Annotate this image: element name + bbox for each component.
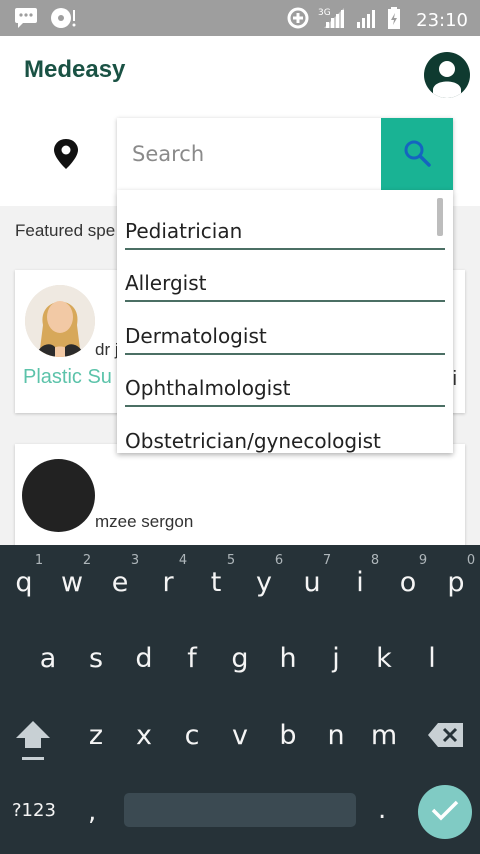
key-c[interactable]: c xyxy=(168,720,216,751)
key-i[interactable]: i xyxy=(336,567,384,598)
cd-icon xyxy=(50,7,76,34)
key-j[interactable]: j xyxy=(312,643,360,674)
key-g[interactable]: g xyxy=(216,643,264,674)
battery-icon xyxy=(386,6,402,35)
comma-key[interactable]: , xyxy=(88,797,96,827)
suggestion-item[interactable]: Allergist xyxy=(125,250,445,302)
status-time: 23:10 xyxy=(416,10,468,31)
divider xyxy=(125,405,445,407)
suggestion-label: Ophthalmologist xyxy=(125,376,291,400)
doctor-specialty: Plastic Su xyxy=(23,366,112,388)
key-hint: 5 xyxy=(226,553,236,568)
key-o[interactable]: o xyxy=(384,567,432,598)
suggestion-label: Pediatrician xyxy=(125,219,243,243)
key-l[interactable]: l xyxy=(408,643,456,674)
account-icon[interactable] xyxy=(424,52,470,98)
suggestion-item[interactable]: Dermatologist xyxy=(125,303,445,355)
signal-icon xyxy=(356,6,378,35)
search-button[interactable] xyxy=(381,118,453,190)
key-hint: 9 xyxy=(418,553,428,568)
key-hint: 2 xyxy=(82,553,92,568)
shift-icon[interactable] xyxy=(14,717,52,767)
search-box xyxy=(117,118,453,190)
key-e[interactable]: e xyxy=(96,567,144,598)
doctor-name: dr j xyxy=(95,340,119,359)
key-hint: 7 xyxy=(322,553,332,568)
key-v[interactable]: v xyxy=(216,720,264,751)
network-type-label: 3G xyxy=(318,8,331,18)
card-trailing-text: i xyxy=(452,368,457,390)
key-z[interactable]: z xyxy=(72,720,120,751)
key-hint: 6 xyxy=(274,553,284,568)
key-hint: 8 xyxy=(370,553,380,568)
key-f[interactable]: f xyxy=(168,643,216,674)
period-key[interactable]: . xyxy=(378,795,386,825)
key-b[interactable]: b xyxy=(264,720,312,751)
symbols-key[interactable]: ?123 xyxy=(12,800,56,821)
key-y[interactable]: y xyxy=(240,567,288,598)
backspace-icon[interactable] xyxy=(427,722,465,752)
key-hint: 4 xyxy=(178,553,188,568)
key-hint: 1 xyxy=(34,553,44,568)
key-w[interactable]: w xyxy=(48,567,96,598)
soft-keyboard: 1q 2w 3e 4r 5t 6y 7u 8i 9o 0p asdfghjkl zxcvbnm ?… xyxy=(0,545,480,854)
key-k[interactable]: k xyxy=(360,643,408,674)
doctor-card[interactable]: mzee sergon xyxy=(15,444,465,554)
search-input[interactable] xyxy=(117,118,381,190)
checkmark-icon xyxy=(430,798,460,826)
key-t[interactable]: t xyxy=(192,567,240,598)
key-u[interactable]: u xyxy=(288,567,336,598)
key-r[interactable]: r xyxy=(144,567,192,598)
suggestion-item[interactable]: Ophthalmologist xyxy=(125,355,445,407)
featured-section-label: Featured spe xyxy=(15,221,116,240)
suggestion-item[interactable]: Obstetrician/gynecologist xyxy=(125,408,445,453)
suggestion-label: Dermatologist xyxy=(125,324,267,348)
key-m[interactable]: m xyxy=(360,720,408,751)
data-saver-icon xyxy=(286,6,310,35)
done-button[interactable] xyxy=(418,785,472,839)
status-bar: 3G 23:10 xyxy=(0,0,480,36)
key-d[interactable]: d xyxy=(120,643,168,674)
key-hint: 3 xyxy=(130,553,140,568)
key-h[interactable]: h xyxy=(264,643,312,674)
doctor-name: mzee sergon xyxy=(95,512,194,531)
search-icon xyxy=(402,138,432,171)
suggestion-label: Allergist xyxy=(125,271,207,295)
key-p[interactable]: p xyxy=(432,567,480,598)
key-hint: 0 xyxy=(466,553,476,568)
key-q[interactable]: q xyxy=(0,567,48,598)
chat-icon xyxy=(14,7,38,34)
signal-icon: 3G xyxy=(318,6,348,35)
location-pin-icon[interactable] xyxy=(52,138,80,175)
key-x[interactable]: x xyxy=(120,720,168,751)
doctor-photo xyxy=(22,459,95,532)
suggestion-label: Obstetrician/gynecologist xyxy=(125,429,381,453)
key-n[interactable]: n xyxy=(312,720,360,751)
dropdown-scrollbar[interactable] xyxy=(437,198,443,236)
key-s[interactable]: s xyxy=(72,643,120,674)
doctor-photo xyxy=(25,285,95,357)
space-bar[interactable] xyxy=(124,793,356,827)
app-bar: Medeasy xyxy=(0,36,480,106)
suggestion-item[interactable]: Pediatrician xyxy=(125,198,445,250)
key-a[interactable]: a xyxy=(24,643,72,674)
divider xyxy=(125,300,445,302)
app-title: Medeasy xyxy=(24,56,126,83)
search-suggestions-dropdown: Pediatrician Allergist Dermatologist Oph… xyxy=(117,190,453,453)
